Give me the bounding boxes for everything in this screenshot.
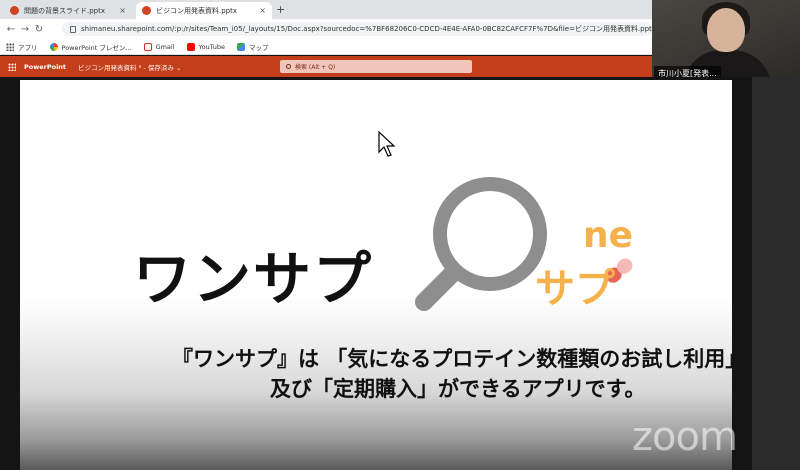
- slide-description-line-2: 及び「定期購入」ができるアプリです。: [270, 377, 646, 401]
- powerpoint-icon: [10, 6, 19, 15]
- zoom-watermark: zoom: [632, 414, 738, 460]
- maps-icon: [236, 42, 245, 51]
- search-icon: [286, 64, 291, 69]
- tab-label: ビジコン用発表資料.pptx: [156, 6, 237, 15]
- bookmark-label: アプリ: [18, 43, 38, 52]
- close-tab-icon[interactable]: ×: [259, 6, 266, 15]
- powerpoint-header: PowerPoint ビジコン用発表資料 ᴿ - 保存済み ⌄ 検索 (Alt …: [0, 56, 652, 77]
- youtube-icon: [186, 42, 195, 51]
- bookmarks-bar: アプリ PowerPoint プレゼン... Gmail YouTube マップ: [0, 39, 652, 55]
- address-bar-row: ← → ↻ shimaneu.sharepoint.com/:p:/r/site…: [0, 19, 652, 39]
- gmail-icon: [143, 42, 152, 51]
- url-field[interactable]: shimaneu.sharepoint.com/:p:/r/sites/Team…: [62, 22, 652, 36]
- logo-text-ne: ne: [583, 215, 634, 256]
- new-tab-button[interactable]: +: [276, 3, 285, 16]
- url-text: shimaneu.sharepoint.com/:p:/r/sites/Team…: [81, 25, 652, 33]
- bookmark-label: Gmail: [155, 42, 175, 51]
- forward-arrow-icon[interactable]: →: [18, 24, 32, 35]
- bookmark-label: YouTube: [198, 42, 225, 51]
- slide-description-line-1: 『ワンサプ』は 「気になるプロテイン数種類のお試し利用」: [172, 347, 747, 371]
- browser-tab-bar: 問題の背景スライド.pptx × ビジコン用発表資料.pptx × +: [0, 0, 652, 19]
- back-arrow-icon[interactable]: ←: [4, 24, 18, 35]
- bookmark-youtube[interactable]: YouTube: [186, 42, 225, 51]
- powerpoint-icon: [142, 6, 151, 15]
- bookmark-maps[interactable]: マップ: [236, 42, 269, 52]
- lock-icon: [70, 25, 76, 33]
- reload-icon[interactable]: ↻: [32, 24, 46, 35]
- slide-title: ワンサプ: [133, 245, 374, 313]
- bookmark-powerpoint[interactable]: PowerPoint プレゼン...: [49, 42, 132, 52]
- google-icon: [49, 42, 58, 51]
- apps-grid-icon: [6, 42, 14, 51]
- logo-text-sub: サプ: [535, 266, 615, 312]
- mouse-cursor-icon: [378, 131, 396, 157]
- bookmark-label: マップ: [248, 43, 269, 52]
- browser-tab[interactable]: 問題の背景スライド.pptx ×: [4, 2, 132, 19]
- browser-tab-active[interactable]: ビジコン用発表資料.pptx ×: [136, 2, 272, 19]
- app-name[interactable]: PowerPoint: [24, 63, 66, 71]
- side-panel: [752, 77, 800, 470]
- app-launcher-icon[interactable]: [8, 62, 16, 71]
- participant-video[interactable]: 市川小夏[発表...: [652, 0, 800, 82]
- search-placeholder: 検索 (Alt + Q): [295, 64, 336, 71]
- document-title[interactable]: ビジコン用発表資料 ᴿ - 保存済み ⌄: [78, 62, 181, 72]
- tab-label: 問題の背景スライド.pptx: [24, 6, 105, 15]
- close-tab-icon[interactable]: ×: [119, 6, 126, 15]
- bookmark-gmail[interactable]: Gmail: [143, 42, 175, 51]
- participant-face: [707, 8, 745, 52]
- bookmark-apps[interactable]: アプリ: [6, 42, 38, 52]
- screen: 問題の背景スライド.pptx × ビジコン用発表資料.pptx × + ← → …: [0, 0, 800, 470]
- bookmark-label: PowerPoint プレゼン...: [61, 43, 132, 52]
- search-box[interactable]: 検索 (Alt + Q): [280, 60, 472, 73]
